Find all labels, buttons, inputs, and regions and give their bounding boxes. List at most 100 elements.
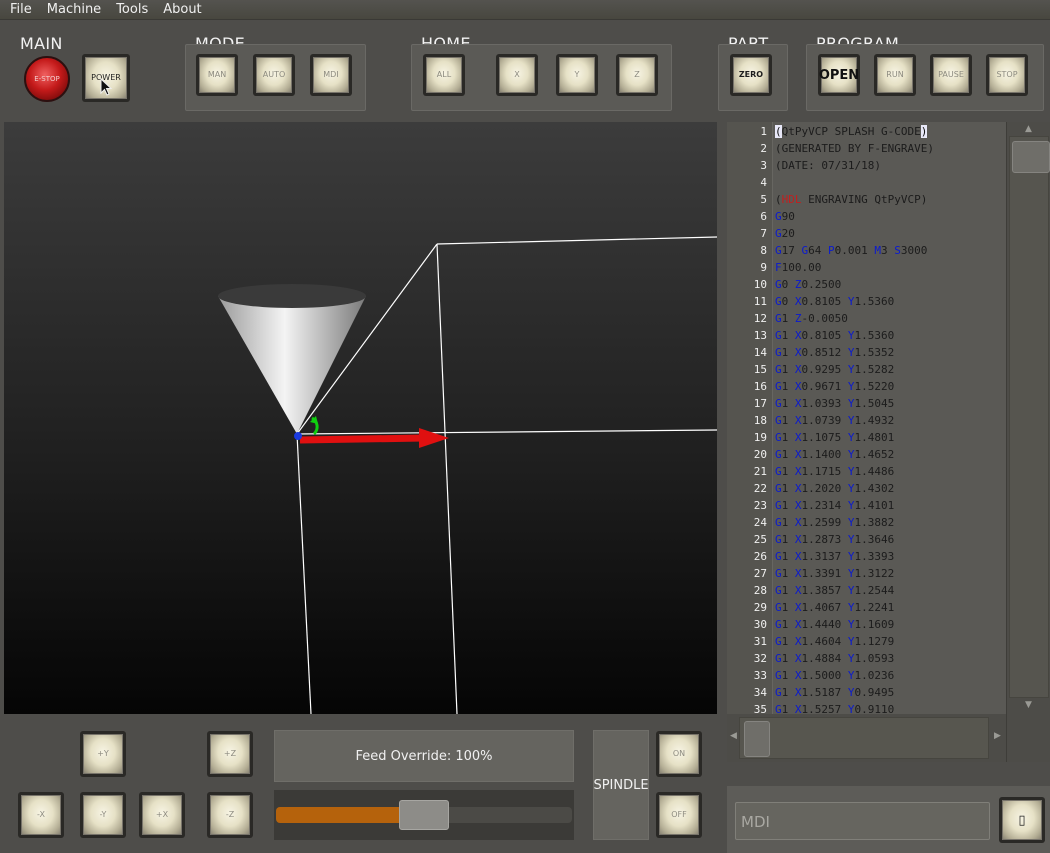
gcode-line-number: 9 (760, 261, 767, 274)
scroll-down-icon[interactable]: ▼ (1025, 700, 1032, 710)
gcode-line[interactable]: 31 G1 X1.4604 Y1.1279 (727, 633, 1006, 650)
program-open-button[interactable]: OPEN (818, 54, 860, 96)
mode-mdi-button[interactable]: MDI (310, 54, 352, 96)
gcode-line[interactable]: 8 G17 G64 P0.001 M3 S3000 (727, 242, 1006, 259)
gcode-line[interactable]: 33 G1 X1.5000 Y1.0236 (727, 667, 1006, 684)
jog-minus-x-button[interactable]: -X (18, 792, 64, 838)
gcode-line[interactable]: 25 G1 X1.2873 Y1.3646 (727, 531, 1006, 548)
mode-man-button[interactable]: MAN (196, 54, 238, 96)
gcode-line[interactable]: 11 G0 X0.8105 Y1.5360 (727, 293, 1006, 310)
scroll-up-icon[interactable]: ▲ (1025, 124, 1032, 134)
program-run-button[interactable]: RUN (874, 54, 916, 96)
gcode-line[interactable]: 23 G1 X1.2314 Y1.4101 (727, 497, 1006, 514)
gcode-line[interactable]: 30 G1 X1.4440 Y1.1609 (727, 616, 1006, 633)
backplot-canvas (218, 236, 717, 714)
hscroll-thumb[interactable] (744, 721, 770, 757)
spindle-off-button[interactable]: OFF (656, 792, 702, 838)
gcode-line[interactable]: 1 (QtPyVCP SPLASH G-CODE) (727, 123, 1006, 140)
spindle-off-label: OFF (659, 795, 699, 835)
program-stop-button[interactable]: STOP (986, 54, 1028, 96)
mdi-send-button[interactable]: ▯ (999, 797, 1045, 843)
gcode-line[interactable]: 18 G1 X1.0739 Y1.4932 (727, 412, 1006, 429)
gcode-line[interactable]: 10 G0 Z0.2500 (727, 276, 1006, 293)
gcode-line[interactable]: 12 G1 Z-0.0050 (727, 310, 1006, 327)
menu-about[interactable]: About (158, 2, 206, 17)
gcode-line-number: 3 (760, 159, 767, 172)
gcode-line[interactable]: 27 G1 X1.3391 Y1.3122 (727, 565, 1006, 582)
gcode-line-text: G1 X1.1075 Y1.4801 (775, 431, 895, 444)
estop-button[interactable]: E-STOP (24, 56, 70, 102)
program-pause-button[interactable]: PAUSE (930, 54, 972, 96)
gcode-line[interactable]: 32 G1 X1.4884 Y1.0593 (727, 650, 1006, 667)
mode-auto-label: AUTO (256, 57, 292, 93)
scroll-left-icon[interactable]: ◀ (730, 731, 737, 741)
mdi-input[interactable]: MDI (735, 802, 990, 840)
gcode-editor[interactable]: 1 (QtPyVCP SPLASH G-CODE) 2 (GENERATED BY F… (727, 122, 1006, 714)
home-y-button[interactable]: Y (556, 54, 598, 96)
hscroll-track[interactable] (739, 717, 989, 759)
gcode-line[interactable]: 16 G1 X0.9671 Y1.5220 (727, 378, 1006, 395)
gcode-line[interactable]: 14 G1 X0.8512 Y1.5352 (727, 344, 1006, 361)
jog-minus-y-button[interactable]: -Y (80, 792, 126, 838)
gcode-line-text: G1 X1.2599 Y1.3882 (775, 516, 895, 529)
slider-fill (276, 807, 403, 823)
menu-file[interactable]: File (5, 2, 37, 17)
feed-override-slider[interactable] (274, 790, 574, 840)
part-zero-button[interactable]: ZERO (730, 54, 772, 96)
gcode-line[interactable]: 29 G1 X1.4067 Y1.2241 (727, 599, 1006, 616)
gcode-line[interactable]: 19 G1 X1.1075 Y1.4801 (727, 429, 1006, 446)
gcode-line-number: 7 (760, 227, 767, 240)
gcode-line[interactable]: 21 G1 X1.1715 Y1.4486 (727, 463, 1006, 480)
jog-plus-x-button[interactable]: +X (139, 792, 185, 838)
gcode-line[interactable]: 24 G1 X1.2599 Y1.3882 (727, 514, 1006, 531)
mode-mdi-label: MDI (313, 57, 349, 93)
spindle-on-label: ON (659, 734, 699, 774)
menu-tools[interactable]: Tools (111, 2, 153, 17)
home-all-button[interactable]: ALL (423, 54, 465, 96)
gcode-line-number: 33 (753, 669, 767, 682)
gcode-line-text: (GENERATED BY F-ENGRAVE) (775, 142, 934, 155)
gcode-line-number: 31 (753, 635, 767, 648)
gcode-line[interactable]: 17 G1 X1.0393 Y1.5045 (727, 395, 1006, 412)
spindle-label: SPINDLE (593, 730, 649, 840)
slider-handle[interactable] (399, 800, 449, 830)
gcode-line-number: 4 (760, 176, 767, 189)
gcode-line[interactable]: 34 G1 X1.5187 Y0.9495 (727, 684, 1006, 701)
3d-viewport[interactable] (4, 122, 717, 714)
gcode-line[interactable]: 4 (727, 174, 1006, 191)
jog-plus-x-label: +X (142, 795, 182, 835)
gcode-line[interactable]: 6 G90 (727, 208, 1006, 225)
program-run-label: RUN (877, 57, 913, 93)
gcode-line[interactable]: 15 G1 X0.9295 Y1.5282 (727, 361, 1006, 378)
vscroll-track[interactable] (1009, 136, 1050, 698)
gcode-line-number: 5 (760, 193, 767, 206)
home-z-button[interactable]: Z (616, 54, 658, 96)
home-x-button[interactable]: X (496, 54, 538, 96)
gcode-line-number: 32 (753, 652, 767, 665)
gcode-line[interactable]: 9 F100.00 (727, 259, 1006, 276)
mode-auto-button[interactable]: AUTO (253, 54, 295, 96)
vscroll-thumb[interactable] (1012, 141, 1050, 173)
scroll-right-icon[interactable]: ▶ (994, 731, 1001, 741)
gcode-line[interactable]: 5 (HDL ENGRAVING QtPyVCP) (727, 191, 1006, 208)
menu-machine[interactable]: Machine (42, 2, 106, 17)
gcode-line[interactable]: 20 G1 X1.1400 Y1.4652 (727, 446, 1006, 463)
gcode-line[interactable]: 7 G20 (727, 225, 1006, 242)
gcode-line[interactable]: 13 G1 X0.8105 Y1.5360 (727, 327, 1006, 344)
gcode-line[interactable]: 35 G1 X1.5257 Y0.9110 (727, 701, 1006, 714)
gcode-line-text: G1 X1.2873 Y1.3646 (775, 533, 895, 546)
jog-plus-z-button[interactable]: +Z (207, 731, 253, 777)
gcode-line[interactable]: 26 G1 X1.3137 Y1.3393 (727, 548, 1006, 565)
jog-plus-y-label: +Y (83, 734, 123, 774)
gcode-line[interactable]: 28 G1 X1.3857 Y1.2544 (727, 582, 1006, 599)
gcode-vertical-scrollbar[interactable]: ▲ ▼ (1006, 122, 1050, 714)
gcode-line[interactable]: 22 G1 X1.2020 Y1.4302 (727, 480, 1006, 497)
gcode-line[interactable]: 3 (DATE: 07/31/18) (727, 157, 1006, 174)
jog-plus-y-button[interactable]: +Y (80, 731, 126, 777)
gcode-line-number: 27 (753, 567, 767, 580)
gcode-horizontal-scrollbar[interactable]: ◀ ▶ (727, 714, 1006, 762)
jog-minus-z-button[interactable]: -Z (207, 792, 253, 838)
spindle-on-button[interactable]: ON (656, 731, 702, 777)
gcode-line[interactable]: 2 (GENERATED BY F-ENGRAVE) (727, 140, 1006, 157)
gcode-line-number: 24 (753, 516, 767, 529)
